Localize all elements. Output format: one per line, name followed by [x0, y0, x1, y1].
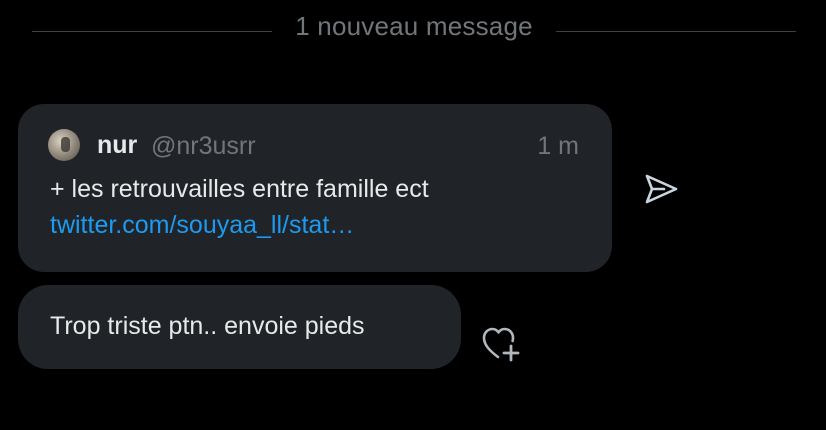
author-avatar[interactable] [48, 129, 80, 161]
divider-line-right [556, 31, 796, 32]
heart-plus-icon[interactable] [480, 323, 526, 363]
author-handle: @nr3usrr [151, 132, 256, 160]
new-messages-divider: 1 nouveau message [32, 10, 796, 46]
author-name[interactable]: nur [97, 131, 137, 160]
message-text: Trop triste ptn.. envoie pieds [50, 312, 365, 340]
send-icon[interactable] [642, 170, 680, 208]
divider-line-left [32, 31, 272, 32]
tweet-text: + les retrouvailles entre famille ect [50, 175, 429, 203]
quoted-tweet-card[interactable]: nur @nr3usrr 1 m + les retrouvailles ent… [18, 104, 612, 272]
tweet-time: 1 m [537, 132, 579, 160]
new-messages-label: 1 nouveau message [295, 11, 533, 41]
message-bubble[interactable]: Trop triste ptn.. envoie pieds [18, 285, 461, 369]
tweet-link[interactable]: twitter.com/souyaa_ll/stat… [50, 211, 354, 240]
